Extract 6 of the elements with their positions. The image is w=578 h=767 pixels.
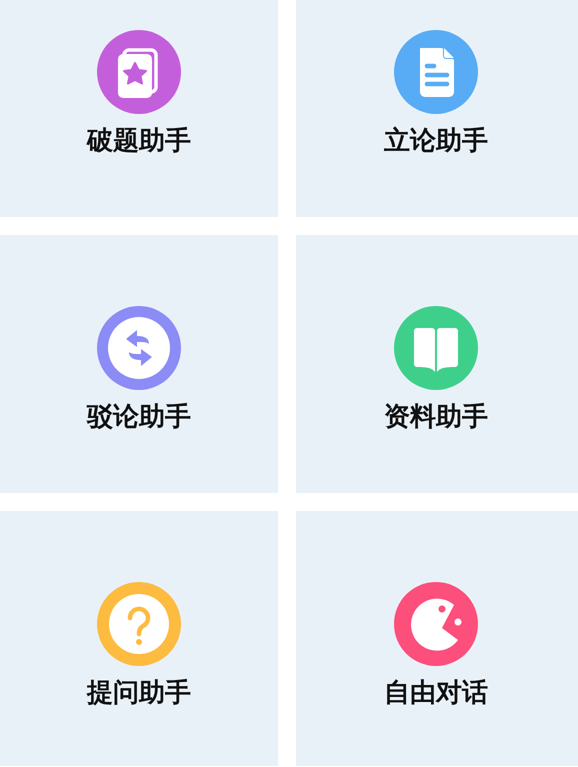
tile-label[interactable]: 立论助手 — [384, 126, 488, 158]
tile-label[interactable]: 资料助手 — [384, 402, 488, 434]
tile-label[interactable]: 驳论助手 — [87, 402, 191, 434]
tile-label[interactable]: 自由对话 — [384, 678, 488, 710]
tile-label[interactable]: 提问助手 — [87, 678, 191, 710]
tile-label[interactable]: 破题助手 — [87, 126, 191, 158]
